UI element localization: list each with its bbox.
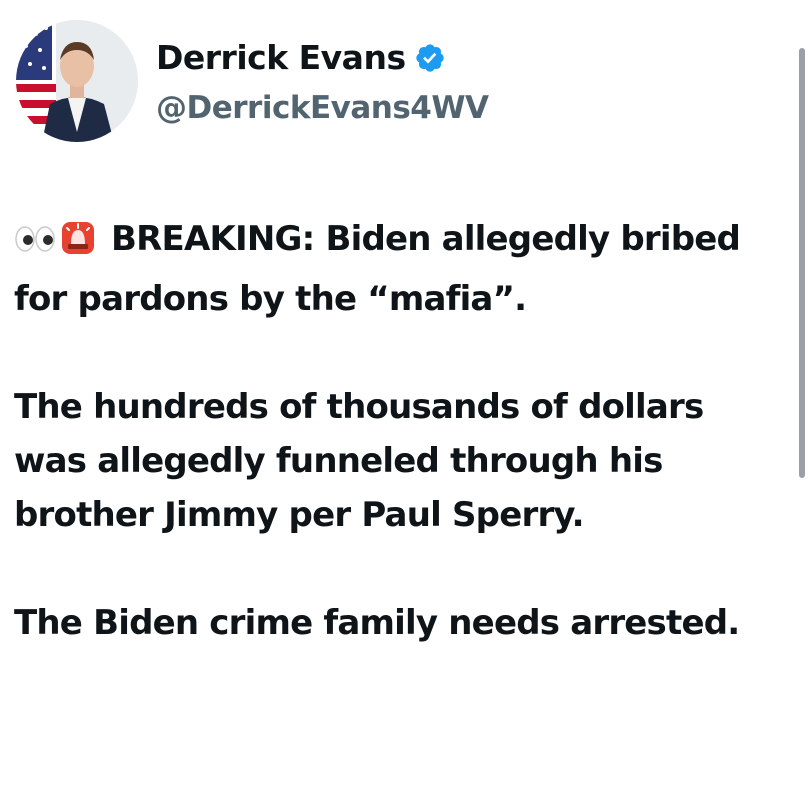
avatar-photo: [16, 20, 138, 142]
author-handle[interactable]: @DerrickEvans4WV: [156, 90, 489, 126]
tweet-text: BREAKING: Biden allegedly bribed for par…: [14, 212, 784, 650]
eyes-icon: [14, 218, 56, 272]
tweet-paragraph-2: The hundreds of thousands of dollars was…: [14, 387, 704, 535]
display-name[interactable]: Derrick Evans: [156, 38, 406, 77]
verified-badge-icon: [414, 42, 446, 74]
tweet-line-breaking: BREAKING: Biden allegedly bribed for par…: [14, 219, 741, 319]
police-light-icon: [60, 218, 96, 272]
author-name-row[interactable]: Derrick Evans: [156, 38, 446, 77]
avatar[interactable]: [16, 20, 138, 142]
scrollbar-thumb[interactable]: [799, 48, 805, 478]
tweet-paragraph-3: The Biden crime family needs arrested.: [14, 603, 740, 643]
scrollbar[interactable]: [799, 0, 805, 791]
tweet-paragraph-1: BREAKING: Biden allegedly bribed for par…: [14, 212, 784, 326]
